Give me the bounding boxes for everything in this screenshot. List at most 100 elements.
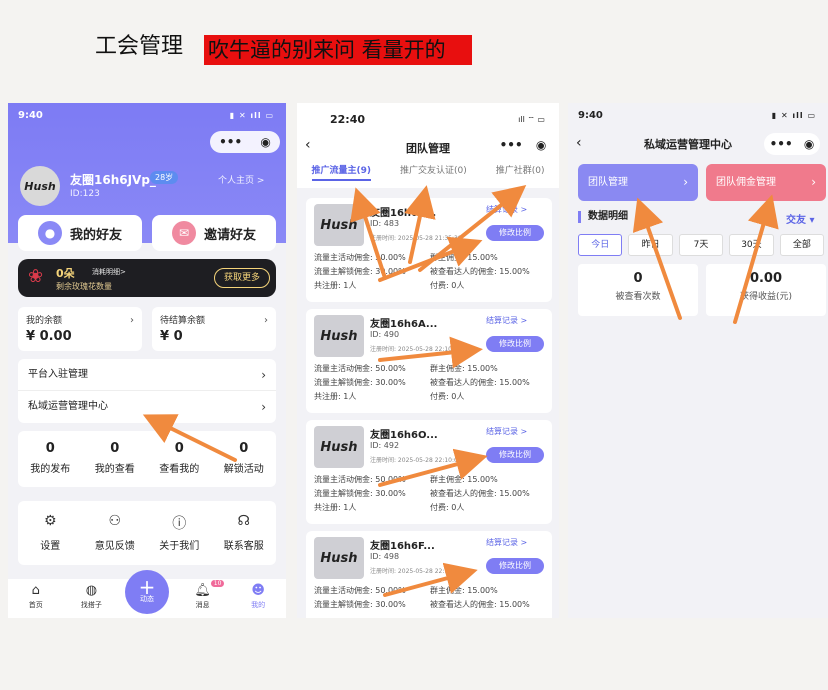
- gift-icon: ✉: [171, 221, 196, 245]
- mini-program-capsule[interactable]: ••• ◉: [493, 135, 553, 155]
- member-card: Hush 友圈16h6A... ID: 490 注册时间: 2025-05-28 22…: [306, 309, 552, 413]
- plus-icon[interactable]: + 动态: [124, 570, 169, 614]
- period-30days[interactable]: 30天: [729, 234, 774, 256]
- tool-label: 设置: [40, 541, 61, 552]
- feedback-icon: ⚇: [108, 513, 122, 529]
- traffic-unlock-commission: 流量主解锁佣金: 30.00%: [314, 489, 406, 498]
- period-yesterday[interactable]: 昨日: [628, 234, 673, 256]
- tab-feed[interactable]: + 动态: [119, 570, 175, 618]
- my-balance-card[interactable]: 我的余额 ¥ 0.00 ›: [18, 307, 142, 351]
- status-time: 9:40: [578, 109, 603, 121]
- profile-icon: ☻: [251, 583, 265, 598]
- chevron-right-icon: ›: [811, 175, 816, 189]
- more-icon[interactable]: •••: [770, 137, 793, 151]
- pending-balance-card[interactable]: 待结算余额 ¥ 0 ›: [152, 307, 276, 351]
- team-management-button[interactable]: 团队管理 ›: [578, 164, 698, 201]
- menu-item-label: 私域运营管理中心: [28, 401, 108, 412]
- stat-value: 0: [45, 441, 55, 456]
- menu-item-platform-management[interactable]: 平台入驻管理 ›: [18, 359, 276, 391]
- section-title: 数据明细: [578, 211, 628, 223]
- customer-service-button[interactable]: ☊ 联系客服: [212, 501, 277, 565]
- edit-ratio-button[interactable]: 修改比例: [486, 558, 544, 574]
- tab-mine[interactable]: ☻ 我的: [230, 579, 286, 618]
- feedback-button[interactable]: ⚇ 意见反馈: [83, 501, 148, 565]
- avatar[interactable]: Hush: [20, 166, 60, 206]
- tab-messages[interactable]: 🔔︎ 10 消息: [175, 579, 231, 618]
- member-avatar[interactable]: Hush: [314, 315, 364, 357]
- member-name: 友圈16h6F...: [370, 541, 435, 552]
- period-all[interactable]: 全部: [779, 234, 825, 256]
- group-owner-commission: 群主佣金: 15.00%: [430, 586, 498, 595]
- edit-ratio-button[interactable]: 修改比例: [486, 225, 544, 241]
- stat-label: 我的发布: [30, 464, 71, 475]
- info-icon: ⓘ: [172, 516, 187, 532]
- settlement-record-link[interactable]: 结算记录 >: [486, 204, 527, 215]
- edit-ratio-button[interactable]: 修改比例: [486, 336, 544, 352]
- total-registered: 共注册: 1人: [314, 392, 357, 401]
- stat-unlock-activity[interactable]: 0 解锁活动: [212, 431, 277, 487]
- about-button[interactable]: ⓘ 关于我们: [147, 501, 212, 565]
- balance-value: ¥ 0.00: [26, 329, 72, 344]
- viewed-talent-commission: 被查看达人的佣金: 15.00%: [430, 489, 530, 498]
- my-friends-button[interactable]: ● 我的好友: [18, 215, 142, 251]
- team-commission-button[interactable]: 团队佣金管理 ›: [706, 164, 826, 201]
- headset-icon: ☊: [237, 513, 250, 529]
- consumption-detail-link[interactable]: 消耗明细>: [92, 267, 126, 277]
- close-circle-icon[interactable]: ◉: [536, 138, 546, 152]
- member-register-time: 注册时间: 2025-05-28 21:35:39: [370, 235, 462, 242]
- traffic-activity-commission: 流量主活动佣金: 50.00%: [314, 586, 406, 595]
- age-badge: 28岁: [150, 171, 179, 184]
- tab-promote-traffic[interactable]: 推广流量主(9): [311, 163, 371, 181]
- more-icon[interactable]: •••: [219, 135, 242, 149]
- member-avatar[interactable]: Hush: [314, 204, 364, 246]
- stat-my-posts[interactable]: 0 我的发布: [18, 431, 83, 487]
- settlement-record-link[interactable]: 结算记录 >: [486, 315, 527, 326]
- get-more-button[interactable]: 获取更多: [214, 268, 270, 288]
- member-register-time: 注册时间: 2025-05-28 22:10:04: [370, 346, 462, 353]
- edit-ratio-button[interactable]: 修改比例: [486, 447, 544, 463]
- stat-my-views[interactable]: 0 我的查看: [83, 431, 148, 487]
- member-avatar[interactable]: Hush: [314, 537, 364, 579]
- status-bar: 9:40 ▮ ✕ ıll ▭: [8, 103, 286, 127]
- metric-label: 被查看次数: [615, 292, 661, 302]
- phone-team-management-screen: 22:40 ıll ⌔ ▭ ‹ 团队管理 ••• ◉ 推广流量主(9) 推广交友…: [297, 103, 559, 618]
- tab-find-partner[interactable]: ◍ 找搭子: [64, 579, 120, 618]
- more-icon[interactable]: •••: [500, 138, 523, 152]
- settlement-record-link[interactable]: 结算记录 >: [486, 426, 527, 437]
- invite-friends-button[interactable]: ✉ 邀请好友: [152, 215, 276, 251]
- personal-homepage-link[interactable]: 个人主页 >: [218, 173, 264, 186]
- status-icons: ıll ⌔ ▭: [518, 115, 545, 124]
- member-avatar[interactable]: Hush: [314, 426, 364, 468]
- pending-value: ¥ 0: [160, 329, 183, 344]
- menu-item-private-ops-center[interactable]: 私域运营管理中心 ›: [18, 391, 276, 423]
- settlement-record-link[interactable]: 结算记录 >: [486, 537, 527, 548]
- mini-program-capsule[interactable]: ••• ◉: [764, 133, 820, 155]
- group-owner-commission: 群主佣金: 15.00%: [430, 253, 498, 262]
- category-filter-dropdown[interactable]: 交友 ▾: [786, 211, 815, 226]
- user-name: 友圈16h6JVp_: [70, 173, 156, 187]
- stat-label: 我的查看: [94, 464, 135, 475]
- period-7days[interactable]: 7天: [678, 234, 724, 256]
- metric-view-count: 0 被查看次数: [578, 264, 698, 316]
- settings-menu: 平台入驻管理 › 私域运营管理中心 ›: [18, 359, 276, 423]
- rose-balance-card: ❀ 0朵 消耗明细> 剩余玫瑰花数量 获取更多: [18, 259, 276, 297]
- close-circle-icon[interactable]: ◉: [260, 135, 270, 149]
- close-circle-icon[interactable]: ◉: [804, 137, 814, 151]
- tab-promote-community[interactable]: 推广社群(0): [496, 163, 545, 187]
- tab-home[interactable]: ⌂ 首页: [8, 579, 64, 618]
- member-id: ID: 492: [370, 441, 400, 450]
- phone-private-ops-screen: 9:40 ▮ ✕ ıll ▭ ‹ 私域运营管理中心 ••• ◉ 团队管理 › 团队…: [568, 103, 828, 618]
- rose-remaining-label: 剩余玫瑰花数量: [56, 282, 112, 291]
- rose-icon: ❀: [28, 266, 44, 287]
- settings-button[interactable]: ⚙ 设置: [18, 501, 83, 565]
- member-name: 友圈16h6O...: [370, 430, 438, 441]
- rose-count: 0朵: [56, 267, 75, 280]
- mini-program-capsule[interactable]: ••• ◉: [210, 131, 280, 153]
- traffic-activity-commission: 流量主活动佣金: 50.00%: [314, 475, 406, 484]
- period-today[interactable]: 今日: [578, 234, 623, 256]
- tab-promote-dating[interactable]: 推广交友认证(0): [400, 163, 467, 187]
- group-owner-commission: 群主佣金: 15.00%: [430, 364, 498, 373]
- total-registered: 共注册: 1人: [314, 281, 357, 290]
- tool-label: 关于我们: [159, 541, 200, 552]
- stat-viewed-me[interactable]: 0 查看我的: [147, 431, 212, 487]
